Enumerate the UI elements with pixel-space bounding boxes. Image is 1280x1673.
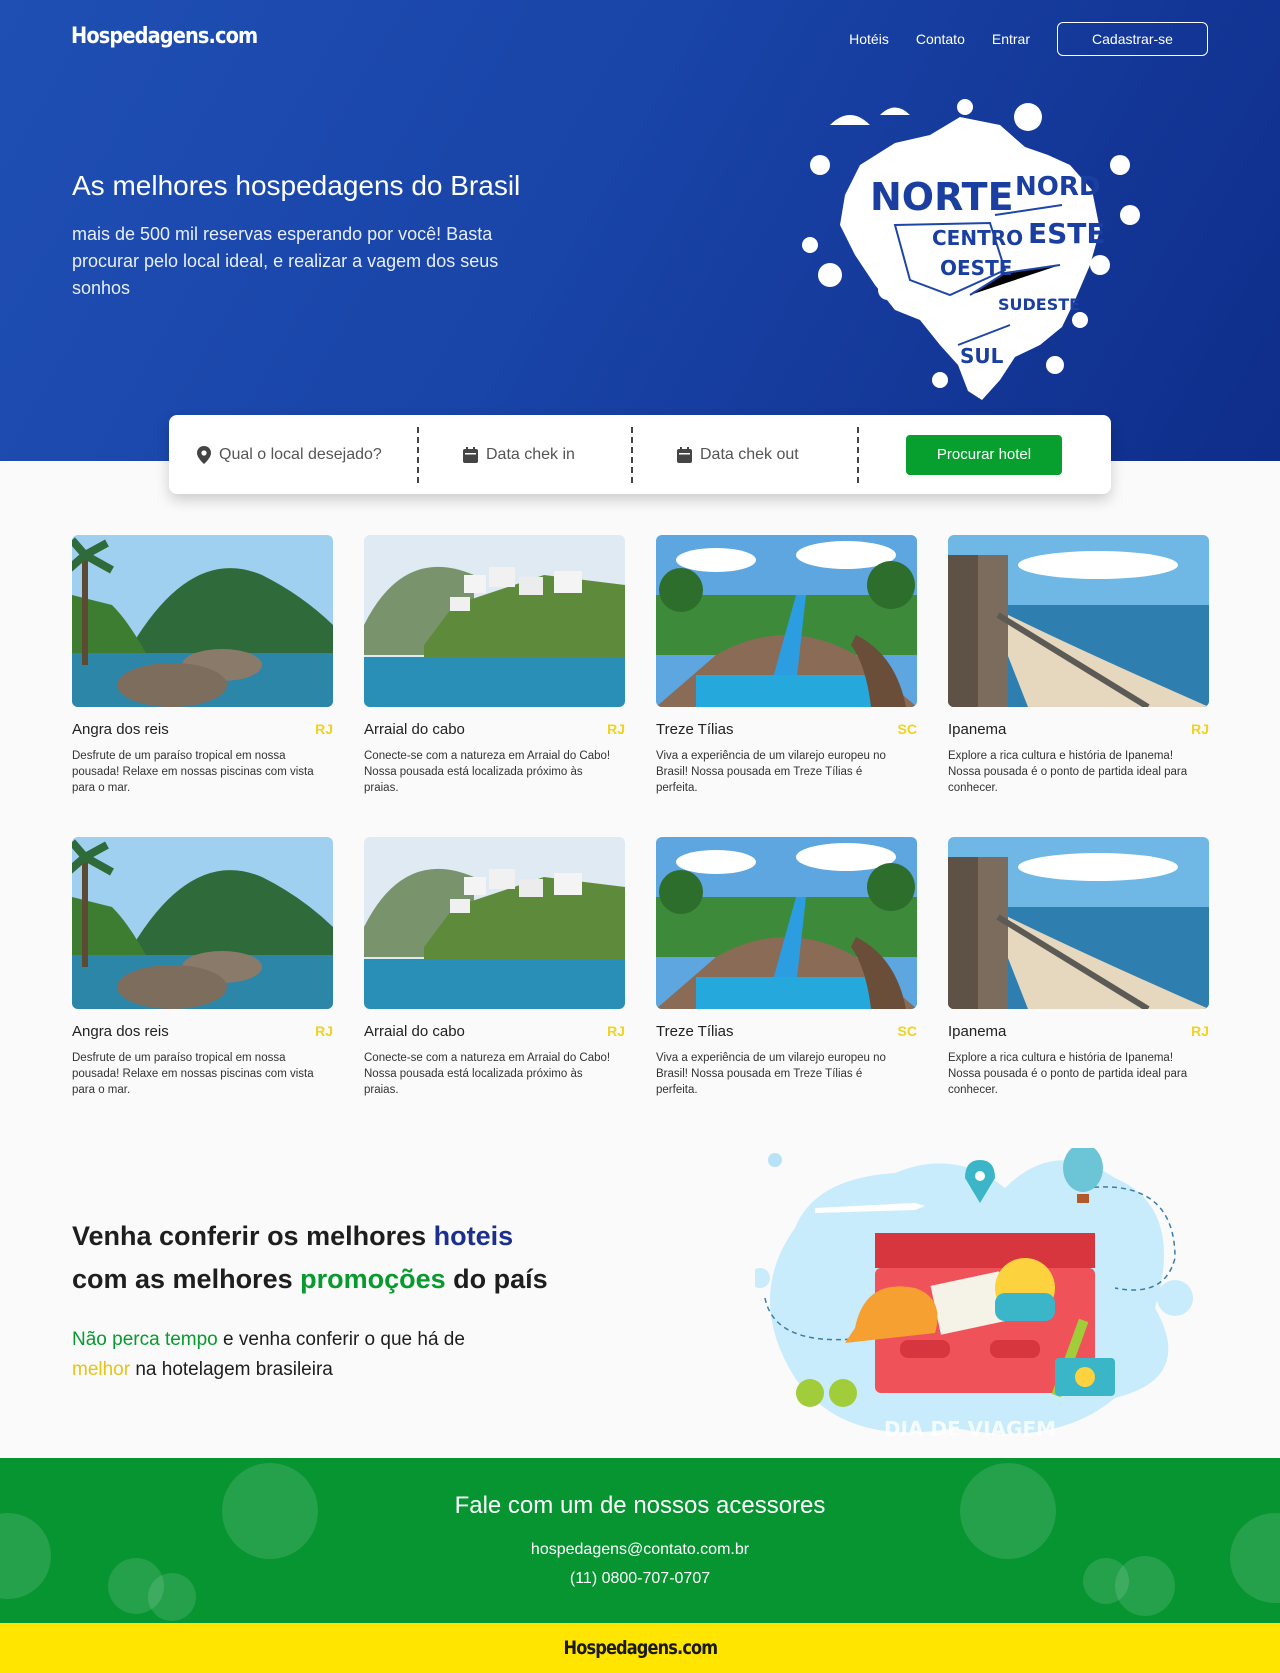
map-label-sudeste: SUDESTE [998, 295, 1080, 314]
state-badge: RJ [315, 1023, 333, 1039]
hotel-photo[interactable] [656, 837, 917, 1009]
hotel-photo[interactable] [948, 837, 1209, 1009]
footer-logo[interactable]: Hospedagens.com [563, 1637, 718, 1659]
promo-subtext-part: na hotelagem brasileira [130, 1359, 333, 1380]
location-field[interactable]: Qual o local desejado? [197, 445, 417, 464]
map-label-sul: SUL [960, 344, 1004, 368]
main-nav: Hotéis Contato Entrar Cadastrar-se [849, 22, 1208, 56]
map-label-oeste: OESTE [940, 256, 1012, 280]
state-badge: RJ [315, 721, 333, 737]
hotel-name: Arraial do cabo [364, 721, 465, 738]
contact-email[interactable]: hospedagens@contato.com.br [0, 1541, 1280, 1559]
nav-login[interactable]: Entrar [992, 31, 1030, 47]
hotel-card[interactable]: Arraial do cabo RJ Conecte-se com a nature… [364, 535, 625, 796]
travel-suitcase-illustration: DIA DE VIAGEM [755, 1148, 1193, 1441]
hotel-photo[interactable] [656, 535, 917, 707]
hotel-photo[interactable] [364, 837, 625, 1009]
hotel-name: Ipanema [948, 721, 1007, 738]
promo-heading-text: Venha conferir os melhores [72, 1221, 434, 1251]
hotel-description: Desfrute de um paraíso tropical em nossa… [72, 750, 314, 794]
brazil-map-illustration: NORTE NORD ESTE CENTRO OESTE SUDESTE SUL [802, 99, 1140, 400]
hotel-name: Angra dos reis [72, 721, 169, 738]
promo-highlight-hoteis: hoteis [433, 1221, 514, 1251]
contact-footer: Fale com um de nossos acessores hospedag… [0, 1458, 1280, 1623]
state-badge: RJ [607, 1023, 625, 1039]
checkout-placeholder: Data chek out [700, 445, 799, 463]
divider [857, 426, 859, 483]
illustration-caption: DIA DE VIAGEM [884, 1417, 1056, 1441]
promo-heading: Venha conferir os melhores hoteis com as… [72, 1215, 548, 1301]
hotel-card[interactable]: Angra dos reis RJ Desfrute de um paraíso t… [72, 535, 333, 796]
state-badge: RJ [1191, 1023, 1209, 1039]
map-label-este: ESTE [1028, 217, 1106, 250]
search-hotel-button[interactable]: Procurar hotel [906, 434, 1062, 475]
map-label-nord: NORD [1015, 172, 1100, 202]
promo-highlight-promocoes: promoções [300, 1264, 446, 1294]
hotel-card[interactable]: Ipanema RJ Explore a rica cultura e histór… [948, 837, 1209, 1098]
hero-title: As melhores hospedagens do Brasil [72, 170, 521, 201]
hotel-description: Desfrute de um paraíso tropical em nossa… [72, 1052, 314, 1096]
contact-phone[interactable]: (11) 0800-707-0707 [0, 1570, 1280, 1588]
signup-button[interactable]: Cadastrar-se [1057, 22, 1208, 56]
search-bar: Qual o local desejado? Data chek in Data… [169, 415, 1111, 494]
hotel-name: Angra dos reis [72, 1023, 169, 1040]
hotel-card[interactable]: Arraial do cabo RJ Conecte-se com a nature… [364, 837, 625, 1098]
divider [631, 426, 633, 483]
calendar-icon [677, 446, 692, 463]
site-logo[interactable]: Hospedagens.com [71, 24, 258, 49]
hotel-description: Conecte-se com a natureza em Arraial do … [364, 1052, 611, 1096]
map-pin-icon [197, 445, 211, 464]
hotel-description: Conecte-se com a natureza em Arraial do … [364, 750, 611, 794]
map-label-centro: CENTRO [932, 226, 1023, 250]
checkin-field[interactable]: Data chek in [463, 446, 631, 464]
hotel-name: Arraial do cabo [364, 1023, 465, 1040]
state-badge: RJ [607, 721, 625, 737]
promo-subtext: Não perca tempo e venha conferir o que h… [72, 1325, 465, 1385]
hotel-name: Treze Tílias [656, 721, 734, 738]
hotel-card[interactable]: Angra dos reis RJ Desfrute de um paraíso t… [72, 837, 333, 1098]
promo-heading-text: com as melhores [72, 1264, 301, 1294]
promo-subtext-part: e venha conferir o que há de [217, 1329, 465, 1350]
state-badge: SC [897, 1023, 917, 1039]
hotel-description: Viva a experiência de um vilarejo europe… [656, 750, 886, 794]
checkout-field[interactable]: Data chek out [677, 446, 857, 464]
hero-subtitle: mais de 500 mil reservas esperando por v… [72, 224, 499, 298]
hotel-photo[interactable] [364, 535, 625, 707]
promo-heading-text: do país [445, 1264, 548, 1294]
hotel-card[interactable]: Treze Tílias SC Viva a experiência de um v… [656, 535, 917, 796]
hotel-card[interactable]: Treze Tílias SC Viva a experiência de um v… [656, 837, 917, 1098]
contact-title: Fale com um de nossos acessores [454, 1492, 826, 1519]
divider [417, 426, 419, 483]
bottom-bar: Hospedagens.com [0, 1623, 1280, 1673]
promo-highlight-melhor: melhor [72, 1359, 131, 1380]
hotel-card[interactable]: Ipanema RJ Explore a rica cultura e histór… [948, 535, 1209, 796]
state-badge: SC [897, 721, 917, 737]
hotel-photo[interactable] [948, 535, 1209, 707]
state-badge: RJ [1191, 721, 1209, 737]
location-placeholder: Qual o local desejado? [219, 445, 382, 463]
map-label-norte: NORTE [870, 175, 1014, 219]
hotel-photo[interactable] [72, 837, 333, 1009]
hero-section: Hospedagens.com Hotéis Contato Entrar Ca… [0, 0, 1280, 461]
hotel-description: Explore a rica cultura e história de Ipa… [948, 1052, 1188, 1096]
checkin-placeholder: Data chek in [486, 445, 575, 463]
calendar-icon [463, 446, 478, 463]
nav-hotels[interactable]: Hotéis [849, 31, 889, 47]
hotel-name: Ipanema [948, 1023, 1007, 1040]
hotel-description: Viva a experiência de um vilarejo europe… [656, 1052, 886, 1096]
nav-contact[interactable]: Contato [916, 31, 965, 47]
hotel-name: Treze Tílias [656, 1023, 734, 1040]
hotel-photo[interactable] [72, 535, 333, 707]
hotel-description: Explore a rica cultura e história de Ipa… [948, 750, 1188, 794]
promo-highlight-tempo: Não perca tempo [72, 1329, 218, 1350]
